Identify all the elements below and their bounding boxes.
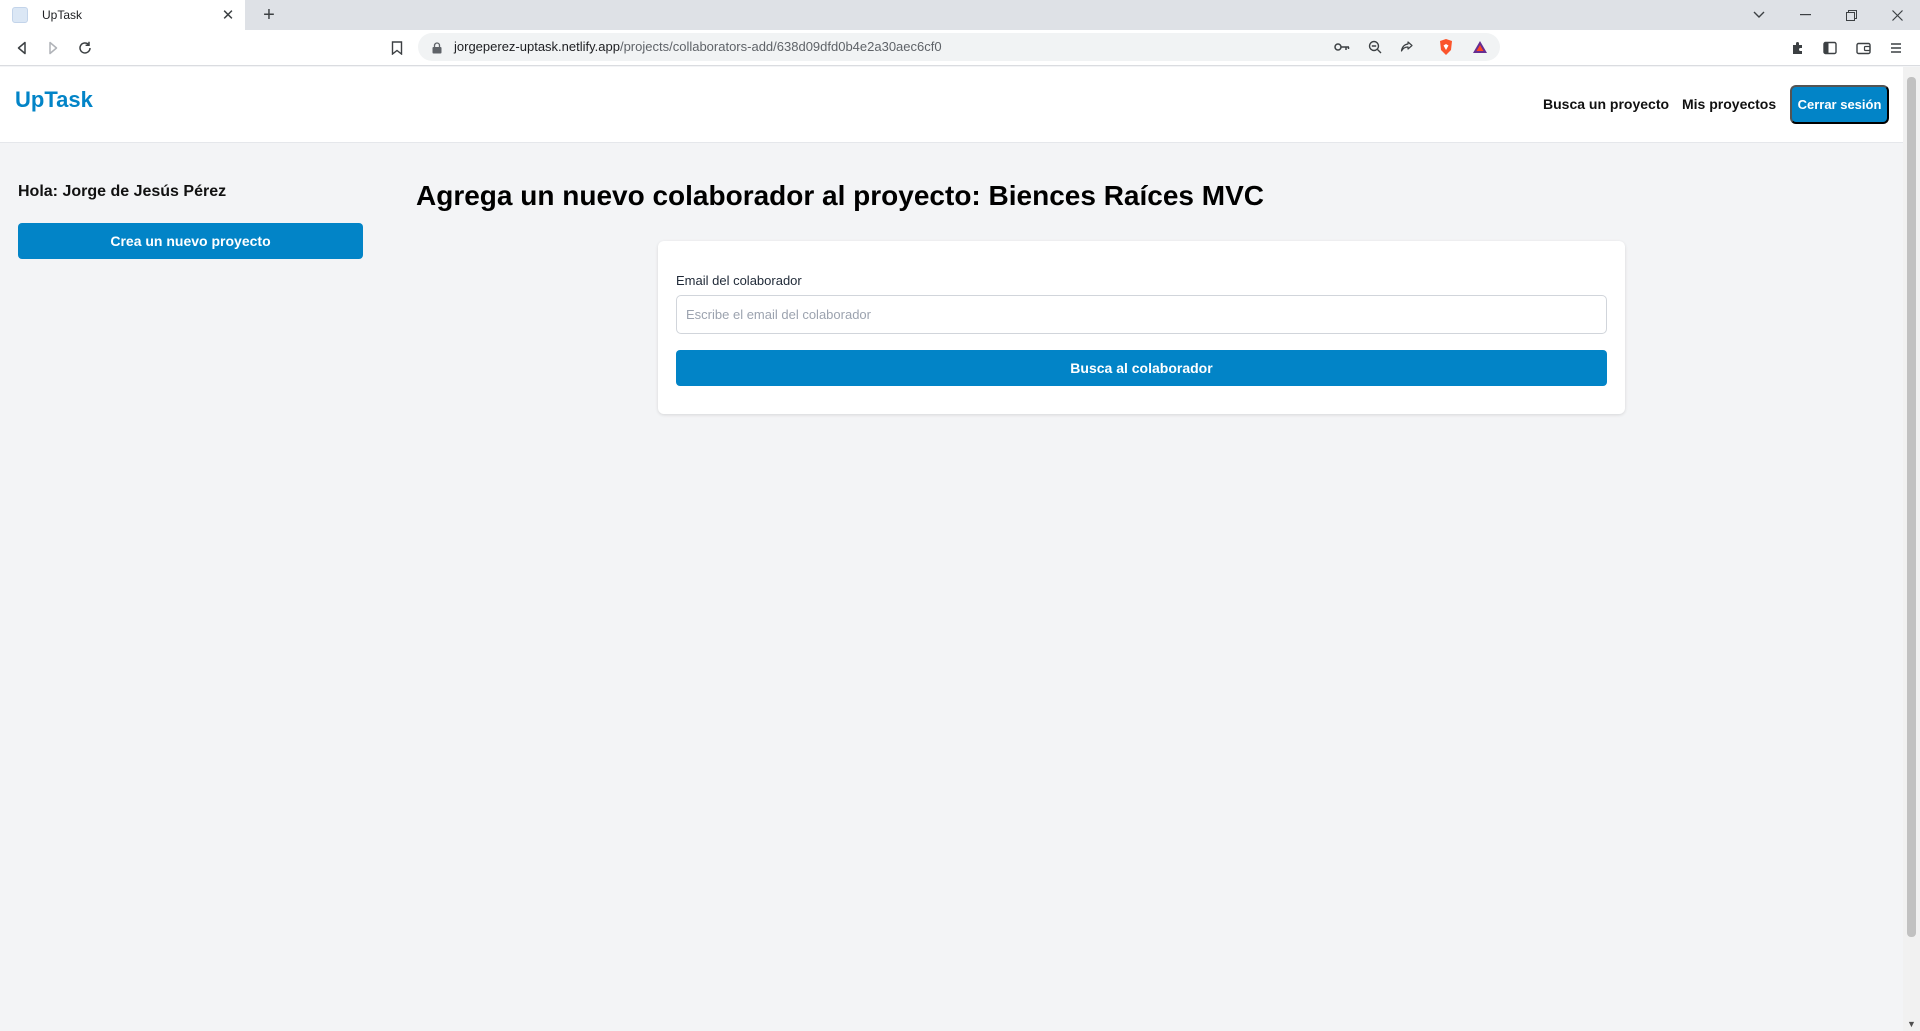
url-text: jorgeperez-uptask.netlify.app/projects/c… <box>454 39 942 54</box>
page-title: Agrega un nuevo colaborador al proyecto:… <box>416 180 1264 211</box>
tab-title: UpTask <box>42 8 83 22</box>
logo[interactable]: UpTask <box>15 87 93 113</box>
page-viewport: UpTask Busca un proyecto Mis proyectos C… <box>0 67 1903 1031</box>
new-project-button[interactable]: Crea un nuevo proyecto <box>18 223 363 259</box>
zoom-out-icon[interactable] <box>1366 38 1384 56</box>
forward-icon[interactable] <box>41 36 65 60</box>
url-host: jorgeperez-uptask.netlify.app <box>454 39 620 54</box>
page-scrollbar[interactable]: ▼ <box>1903 67 1920 1031</box>
minimize-icon[interactable] <box>1782 0 1828 30</box>
restore-icon[interactable] <box>1828 0 1874 30</box>
add-collaborator-form: Email del colaborador Busca al colaborad… <box>658 241 1625 414</box>
browser-tab[interactable]: UpTask ✕ <box>0 0 245 30</box>
browser-tabstrip: UpTask ✕ + <box>0 0 1920 30</box>
user-greeting: Hola: Jorge de Jesús Pérez <box>18 183 227 200</box>
bookmark-icon[interactable] <box>385 36 409 60</box>
url-path: /projects/collaborators-add/638d09dfd0b4… <box>619 39 942 54</box>
new-tab-button[interactable]: + <box>256 2 282 28</box>
nav-search-project[interactable]: Busca un proyecto <box>1543 96 1669 112</box>
favicon-icon <box>12 7 28 23</box>
scroll-down-icon[interactable]: ▼ <box>1907 1019 1916 1029</box>
close-window-icon[interactable] <box>1874 0 1920 30</box>
address-bar[interactable]: jorgeperez-uptask.netlify.app/projects/c… <box>418 33 1500 61</box>
logout-button[interactable]: Cerrar sesión <box>1790 85 1889 124</box>
tab-close-icon[interactable]: ✕ <box>219 6 237 24</box>
back-icon[interactable] <box>10 36 34 60</box>
tab-search-icon[interactable] <box>1736 0 1782 30</box>
email-label: Email del colaborador <box>676 273 802 288</box>
lock-icon <box>432 41 442 59</box>
sidebar-toggle-icon[interactable] <box>1818 36 1842 60</box>
menu-icon[interactable] <box>1884 36 1908 60</box>
extensions-icon[interactable] <box>1786 36 1810 60</box>
share-icon[interactable] <box>1398 38 1416 56</box>
brave-shield-icon[interactable] <box>1437 38 1455 56</box>
site-header: UpTask Busca un proyecto Mis proyectos C… <box>0 67 1903 143</box>
wallet-icon[interactable] <box>1851 36 1875 60</box>
scrollbar-thumb[interactable] <box>1907 77 1916 937</box>
email-field[interactable] <box>676 295 1607 334</box>
brave-rewards-icon[interactable] <box>1471 38 1489 56</box>
search-collaborator-button[interactable]: Busca al colaborador <box>676 350 1607 386</box>
nav-my-projects[interactable]: Mis proyectos <box>1682 96 1776 112</box>
reload-icon[interactable] <box>73 36 97 60</box>
key-icon[interactable] <box>1333 38 1351 56</box>
browser-toolbar: jorgeperez-uptask.netlify.app/projects/c… <box>0 30 1920 66</box>
